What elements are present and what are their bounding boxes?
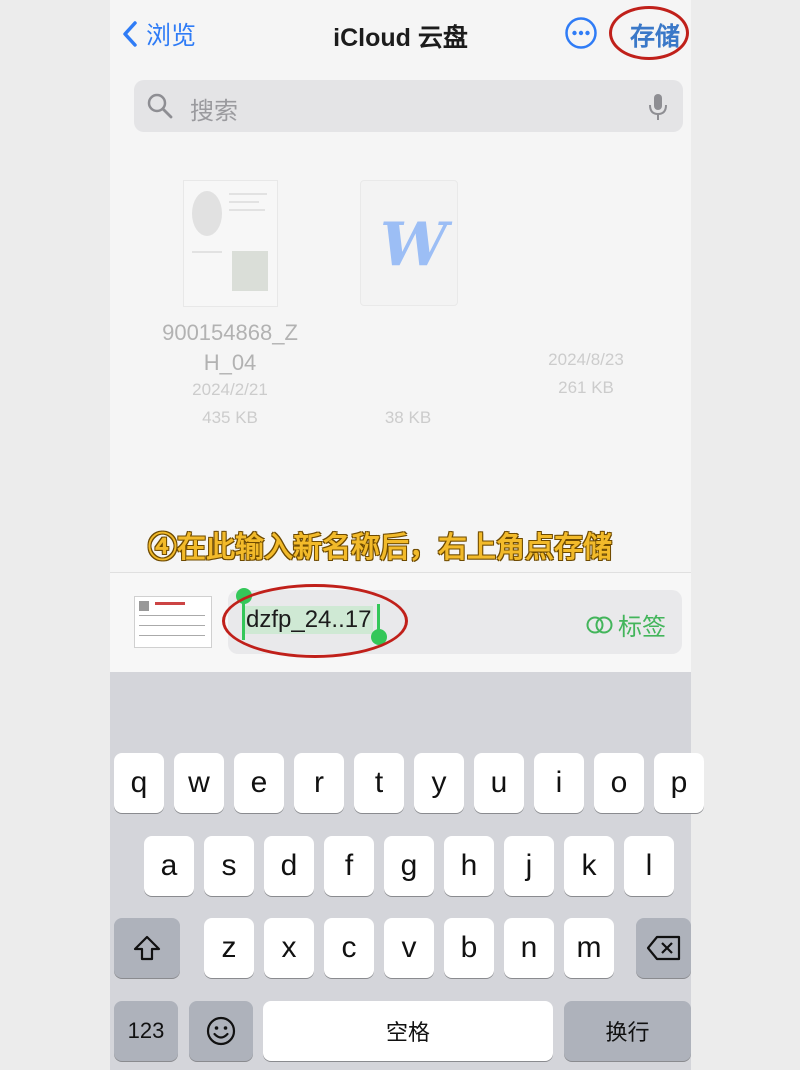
key-r[interactable]: r <box>294 753 344 813</box>
emoji-key[interactable] <box>189 1001 253 1061</box>
file-name-line2: H_04 <box>203 350 257 375</box>
key-z-label: z <box>221 931 237 964</box>
key-l[interactable]: l <box>624 836 674 896</box>
file-name: 900154868_Z <box>162 320 298 345</box>
file-date: 2024/2/21 <box>192 380 268 399</box>
key-y[interactable]: y <box>414 753 464 813</box>
numbers-key[interactable]: 123 <box>114 1001 178 1061</box>
file-size: 261 KB <box>558 378 614 397</box>
key-i-label: i <box>555 766 563 799</box>
filename-highlight-circle <box>222 584 408 658</box>
key-n[interactable]: n <box>504 918 554 978</box>
key-b[interactable]: b <box>444 918 494 978</box>
microphone-icon[interactable] <box>648 92 668 122</box>
search-bar[interactable]: 搜索 <box>134 80 683 132</box>
key-n-label: n <box>520 931 538 964</box>
key-o[interactable]: o <box>594 753 644 813</box>
key-l-label: l <box>645 849 653 882</box>
search-icon <box>147 93 173 119</box>
key-x-label: x <box>281 931 297 964</box>
key-y-label: y <box>431 766 447 799</box>
tag-label: 标签 <box>618 614 666 641</box>
key-s-label: s <box>221 849 237 882</box>
file-size: 435 KB <box>202 408 258 427</box>
key-q[interactable]: q <box>114 753 164 813</box>
file-date: 2024/8/23 <box>548 350 624 369</box>
key-e[interactable]: e <box>234 753 284 813</box>
instruction-annotation: ④在此输入新名称后，右上角点存储 <box>148 530 613 564</box>
shift-icon <box>133 935 161 961</box>
key-z[interactable]: z <box>204 918 254 978</box>
left-background <box>0 0 110 1070</box>
key-k-label: k <box>581 849 597 882</box>
file-thumbnail-document[interactable] <box>183 180 278 307</box>
key-m-label: m <box>576 931 602 964</box>
key-u-label: u <box>490 766 508 799</box>
space-key-label: 空格 <box>385 1020 430 1045</box>
tag-button[interactable]: 标签 <box>586 607 666 642</box>
space-key[interactable]: 空格 <box>263 1001 553 1061</box>
emoji-icon <box>206 1016 236 1046</box>
key-h[interactable]: h <box>444 836 494 896</box>
backspace-icon <box>646 935 680 961</box>
key-b-label: b <box>460 931 478 964</box>
file-preview-thumbnail <box>134 596 212 648</box>
navigation-bar: 浏览 iCloud 云盘 存储 <box>110 0 691 70</box>
key-p[interactable]: p <box>654 753 704 813</box>
key-v[interactable]: v <box>384 918 434 978</box>
key-g-label: g <box>400 849 418 882</box>
key-d[interactable]: d <box>264 836 314 896</box>
key-f-label: f <box>344 849 354 882</box>
page-title: iCloud 云盘 <box>333 24 468 52</box>
key-o-label: o <box>610 766 628 799</box>
key-v-label: v <box>401 931 417 964</box>
key-m[interactable]: m <box>564 918 614 978</box>
key-p-label: p <box>670 766 688 799</box>
search-placeholder: 搜索 <box>190 98 238 125</box>
key-j[interactable]: j <box>504 836 554 896</box>
more-icon[interactable] <box>564 16 598 50</box>
key-x[interactable]: x <box>264 918 314 978</box>
word-icon: W <box>380 210 448 280</box>
key-c-label: c <box>341 931 357 964</box>
key-t[interactable]: t <box>354 753 404 813</box>
key-e-label: e <box>250 766 268 799</box>
delete-key[interactable] <box>636 918 691 978</box>
key-k[interactable]: k <box>564 836 614 896</box>
key-a[interactable]: a <box>144 836 194 896</box>
key-f[interactable]: f <box>324 836 374 896</box>
key-h-label: h <box>460 849 478 882</box>
save-highlight-circle <box>609 6 689 60</box>
key-c[interactable]: c <box>324 918 374 978</box>
key-s[interactable]: s <box>204 836 254 896</box>
numbers-key-label: 123 <box>127 1018 165 1043</box>
key-g[interactable]: g <box>384 836 434 896</box>
key-j-label: j <box>525 849 533 882</box>
key-t-label: t <box>374 766 384 799</box>
right-background <box>691 0 800 1070</box>
return-key[interactable]: 换行 <box>564 1001 691 1061</box>
key-u[interactable]: u <box>474 753 524 813</box>
key-a-label: a <box>160 849 178 882</box>
key-w-label: w <box>188 766 210 799</box>
return-key-label: 换行 <box>605 1020 650 1045</box>
key-r-label: r <box>314 766 324 799</box>
key-i[interactable]: i <box>534 753 584 813</box>
shift-key[interactable] <box>114 918 180 978</box>
tag-icon <box>586 616 613 633</box>
key-w[interactable]: w <box>174 753 224 813</box>
key-q-label: q <box>130 766 148 799</box>
file-size: 38 KB <box>384 408 432 427</box>
key-d-label: d <box>280 849 298 882</box>
